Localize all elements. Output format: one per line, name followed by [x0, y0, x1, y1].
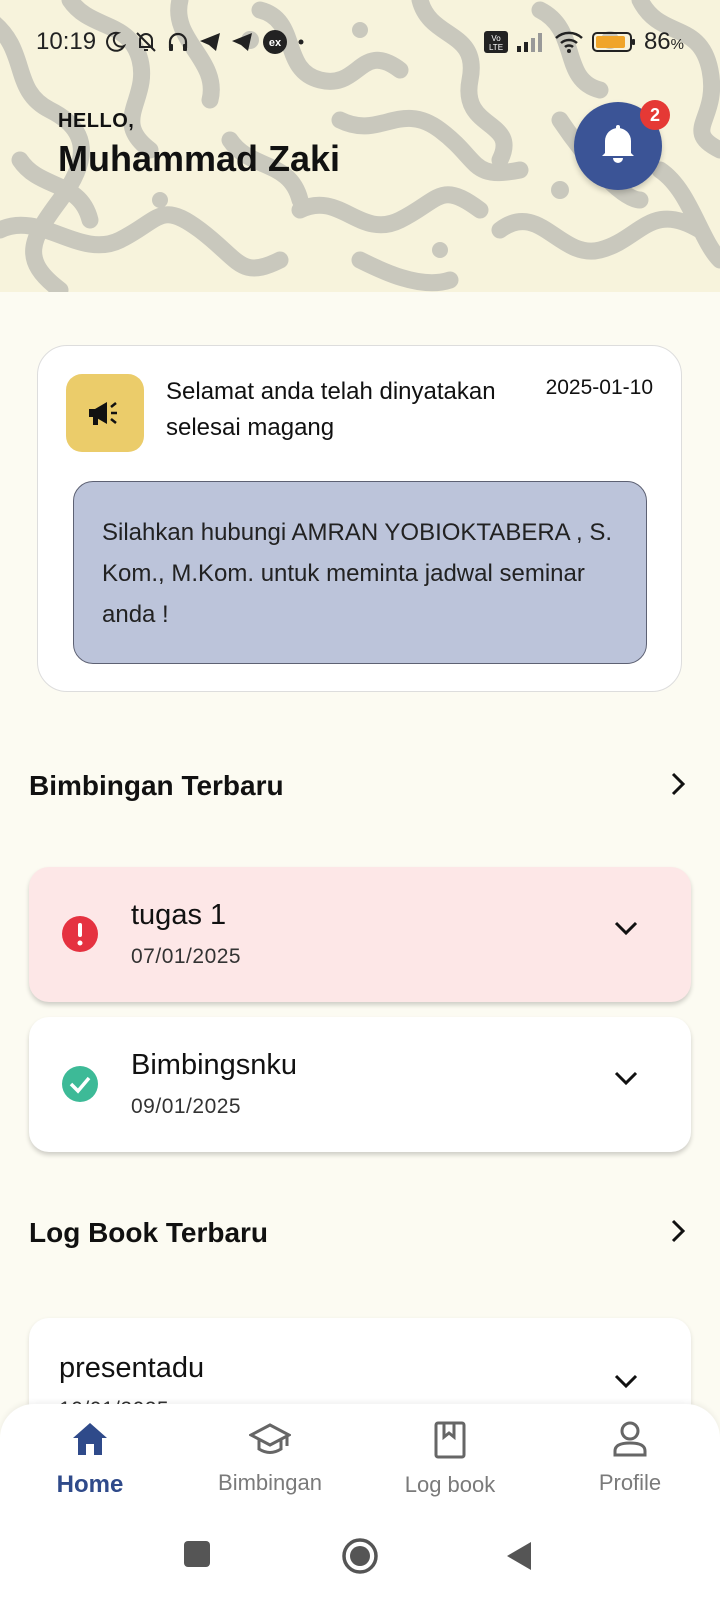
error-icon	[61, 915, 99, 958]
nav-bimbingan-label: Bimbingan	[218, 1470, 322, 1495]
megaphone-icon	[66, 374, 144, 452]
bimbingan-item-date: 09/01/2025	[131, 1095, 242, 1118]
nav-profile-label: Profile	[598, 1470, 662, 1495]
chevron-right-icon[interactable]	[667, 1218, 689, 1249]
recents-button[interactable]	[183, 1540, 211, 1568]
headphones-icon	[166, 30, 190, 54]
announcement-title: Selamat anda telah dinyatakan selesai ma…	[166, 378, 496, 441]
status-right: Vo LTE 86%	[483, 28, 684, 56]
notification-badge: 2	[640, 100, 670, 130]
chevron-right-icon[interactable]	[667, 771, 689, 802]
user-name: Muhammad Zaki	[58, 138, 341, 179]
chevron-down-icon[interactable]	[613, 1372, 639, 1395]
telegram-icon	[198, 31, 222, 53]
wifi-icon	[554, 30, 584, 54]
bell-off-icon	[134, 30, 158, 54]
bimbingan-section-title: Bimbingan Terbaru	[29, 770, 284, 801]
svg-text:LTE: LTE	[489, 43, 503, 52]
ex-app-icon: ex	[262, 29, 288, 55]
svg-text:Vo: Vo	[491, 34, 501, 43]
logbook-section-title: Log Book Terbaru	[29, 1217, 269, 1248]
telegram-icon	[230, 31, 254, 53]
bottom-nav: Home Bimbingan Log book Profile	[0, 1404, 720, 1600]
battery-percent: 86%	[643, 28, 684, 55]
back-button[interactable]	[505, 1540, 533, 1572]
nav-profile[interactable]: Profile	[540, 1420, 720, 1500]
person-icon	[611, 1420, 649, 1464]
chevron-down-icon[interactable]	[613, 1069, 639, 1092]
nav-logbook-label: Log book	[404, 1472, 496, 1497]
home-system-button[interactable]	[341, 1537, 379, 1575]
nav-logbook[interactable]: Log book	[360, 1420, 540, 1500]
dot-icon	[296, 37, 306, 47]
battery-icon	[591, 31, 636, 53]
signal-icon	[516, 31, 546, 53]
bimbingan-item-title: tugas 1	[131, 899, 227, 931]
greeting: HELLO,	[58, 110, 135, 132]
bimbingan-item-date: 07/01/2025	[131, 945, 242, 968]
bimbingan-section-header[interactable]: Bimbingan Terbaru	[29, 766, 689, 806]
book-icon	[433, 1420, 467, 1466]
announcement-card: Selamat anda telah dinyatakan selesai ma…	[37, 345, 682, 692]
system-nav-bar	[0, 1537, 720, 1590]
announcement-date: 2025-01-10	[545, 376, 653, 399]
nav-home[interactable]: Home	[0, 1420, 180, 1500]
nav-bimbingan[interactable]: Bimbingan	[180, 1420, 360, 1500]
bimbingan-item-title: Bimbingsnku	[131, 1049, 298, 1081]
chevron-down-icon[interactable]	[613, 919, 639, 942]
home-icon	[70, 1420, 110, 1465]
check-circle-icon	[61, 1065, 99, 1108]
bimbingan-item[interactable]: Bimbingsnku 09/01/2025	[29, 1017, 691, 1152]
svg-text:ex: ex	[269, 37, 282, 49]
logbook-item-title: presentadu	[59, 1352, 205, 1384]
logbook-section-header[interactable]: Log Book Terbaru	[29, 1213, 689, 1253]
graduation-cap-icon	[247, 1420, 293, 1464]
battery-unit: %	[670, 36, 684, 53]
announcement-message: Silahkan hubungi AMRAN YOBIOKTABERA , S.…	[73, 481, 647, 664]
bimbingan-item[interactable]: tugas 1 07/01/2025	[29, 867, 691, 1002]
status-bar: 10:19 ex Vo LTE 86%	[0, 22, 720, 62]
status-time: 10:19	[36, 28, 97, 55]
bell-icon	[601, 124, 635, 168]
status-left: 10:19 ex	[36, 28, 306, 56]
moon-icon	[104, 31, 127, 53]
nav-home-label: Home	[56, 1471, 124, 1498]
volte-icon: Vo LTE	[483, 31, 508, 53]
